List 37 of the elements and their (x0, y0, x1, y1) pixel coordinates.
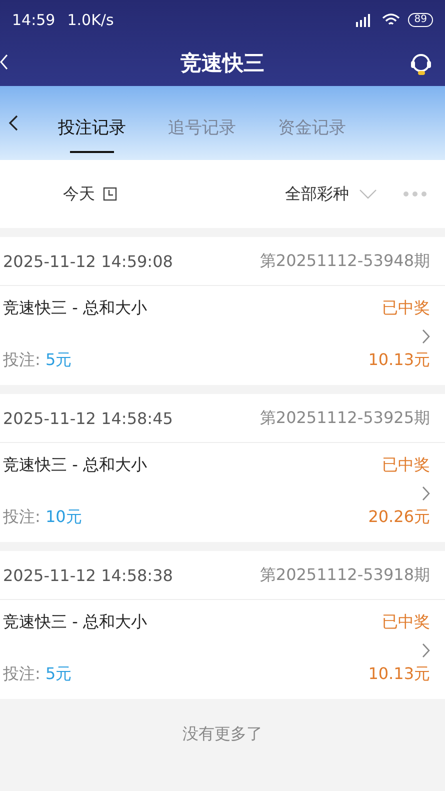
page-title: 竞速快三 (180, 50, 264, 77)
battery-icon: 89 (408, 13, 433, 27)
prize-amount: 20.26元 (368, 507, 430, 528)
clock-time: 14:59 (12, 11, 56, 29)
prize-amount: 10.13元 (368, 350, 430, 371)
calendar-icon[interactable] (103, 187, 117, 201)
issue-number: 第20251112-53925期 (260, 408, 430, 428)
bet-label: 投注: (3, 507, 40, 526)
bet-amount: 5元 (45, 350, 72, 369)
wifi-icon (382, 13, 400, 27)
network-speed: 1.0K/s (67, 11, 114, 29)
headset-icon[interactable] (409, 52, 433, 76)
bet-time: 2025-11-12 14:58:45 (3, 408, 173, 428)
end-of-list-text: 没有更多了 (182, 724, 262, 743)
chevron-right-icon[interactable] (422, 643, 430, 658)
date-filter[interactable]: 今天 (63, 184, 95, 204)
chevron-down-icon[interactable] (359, 189, 377, 199)
tab[interactable]: 投注记录 (58, 100, 126, 152)
game-name: 竞速快三 - 总和大小 (3, 612, 148, 633)
win-status: 已中奖 (381, 298, 430, 319)
game-name: 竞速快三 - 总和大小 (3, 298, 148, 319)
bet-label: 投注: (3, 664, 40, 683)
lottery-filter[interactable]: 全部彩种 (285, 184, 349, 204)
bet-amount: 10元 (45, 507, 82, 526)
issue-number: 第20251112-53918期 (260, 564, 430, 586)
back-icon[interactable] (8, 115, 18, 131)
win-status: 已中奖 (381, 612, 430, 633)
bet-amount: 5元 (45, 664, 72, 683)
issue-number: 第20251112-53948期 (260, 250, 430, 272)
chevron-right-icon[interactable] (422, 486, 430, 501)
bet-label: 投注: (3, 350, 40, 369)
prize-amount: 10.13元 (368, 664, 430, 685)
bet-time: 2025-11-12 14:59:08 (3, 252, 173, 270)
chevron-right-icon[interactable] (422, 329, 430, 344)
game-name: 竞速快三 - 总和大小 (3, 455, 148, 476)
win-status: 已中奖 (381, 455, 430, 476)
bet-time: 2025-11-12 14:58:38 (3, 566, 173, 584)
